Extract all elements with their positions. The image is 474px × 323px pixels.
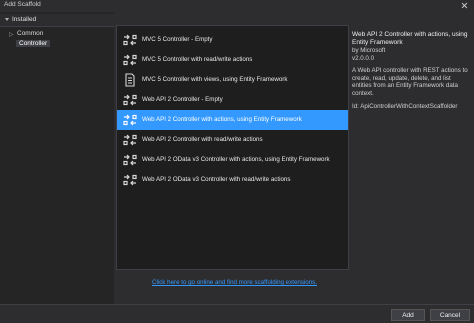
controller-views-icon [122, 73, 138, 87]
chevron-down-icon [5, 18, 9, 21]
details-panel: Web API 2 Controller with actions, using… [352, 31, 470, 111]
scaffold-item-mvc5-empty[interactable]: MVC 5 Controller - Empty [117, 30, 348, 50]
scaffold-item-mvc5-views-ef[interactable]: MVC 5 Controller with views, using Entit… [117, 70, 348, 90]
controller-icon [122, 33, 138, 47]
scaffold-item-webapi2-readwrite[interactable]: Web API 2 Controller with read/write act… [117, 130, 348, 150]
scaffold-item-odata-actions-ef[interactable]: Web API 2 OData v3 Controller with actio… [117, 150, 348, 170]
close-icon[interactable] [460, 0, 470, 11]
title-bar: Add Scaffold [0, 0, 474, 12]
find-more-extensions-link[interactable]: Click here to go online and find more sc… [152, 279, 317, 286]
scaffold-item-label: Web API 2 Controller with read/write act… [142, 136, 263, 143]
scaffold-item-label: MVC 5 Controller with read/write actions [142, 56, 253, 63]
installed-label: Installed [12, 16, 37, 23]
scaffold-item-label: Web API 2 Controller with actions, using… [142, 116, 302, 123]
details-author: by Microsoft [352, 47, 386, 54]
scaffold-item-label: Web API 2 OData v3 Controller with actio… [142, 156, 330, 163]
scaffold-item-label: Web API 2 Controller - Empty [142, 96, 223, 103]
category-tree: Installed ▷ Common Controller [0, 12, 114, 304]
add-scaffold-dialog: Add Scaffold Installed ▷ Common Controll… [0, 0, 474, 323]
controller-icon [122, 53, 138, 67]
controller-icon [122, 153, 138, 167]
scaffold-item-mvc5-readwrite[interactable]: MVC 5 Controller with read/write actions [117, 50, 348, 70]
details-description: A Web API controller with REST actions t… [352, 67, 468, 97]
scaffold-item-webapi2-empty[interactable]: Web API 2 Controller - Empty [117, 90, 348, 110]
controller-icon [122, 93, 138, 107]
dialog-title: Add Scaffold [4, 1, 41, 8]
tree-item-label: Controller [16, 40, 51, 47]
scaffold-item-webapi2-actions-ef[interactable]: Web API 2 Controller with actions, using… [117, 110, 348, 130]
details-title: Web API 2 Controller with actions, using… [352, 31, 468, 46]
details-version: v2.0.0.0 [352, 54, 375, 62]
scaffold-item-label: MVC 5 Controller - Empty [142, 36, 213, 43]
installed-header[interactable]: Installed [0, 14, 114, 27]
scaffold-list: MVC 5 Controller - Empty MVC 5 Controlle… [116, 25, 349, 270]
scaffold-item-odata-readwrite[interactable]: Web API 2 OData v3 Controller with read/… [117, 170, 348, 190]
controller-icon [122, 113, 138, 127]
scaffold-item-label: MVC 5 Controller with views, using Entit… [142, 76, 288, 83]
controller-icon [122, 173, 138, 187]
scaffold-item-label: Web API 2 OData v3 Controller with read/… [142, 176, 291, 183]
controller-icon [122, 133, 138, 147]
chevron-right-icon[interactable]: ▷ [9, 31, 14, 38]
cancel-button[interactable]: Cancel [430, 309, 470, 321]
dialog-footer: Add Cancel [0, 304, 474, 323]
details-id: Id: ApiControllerWithContextScaffolder [352, 103, 458, 110]
add-button[interactable]: Add [391, 309, 425, 321]
tree-item-label: Common [17, 30, 44, 37]
